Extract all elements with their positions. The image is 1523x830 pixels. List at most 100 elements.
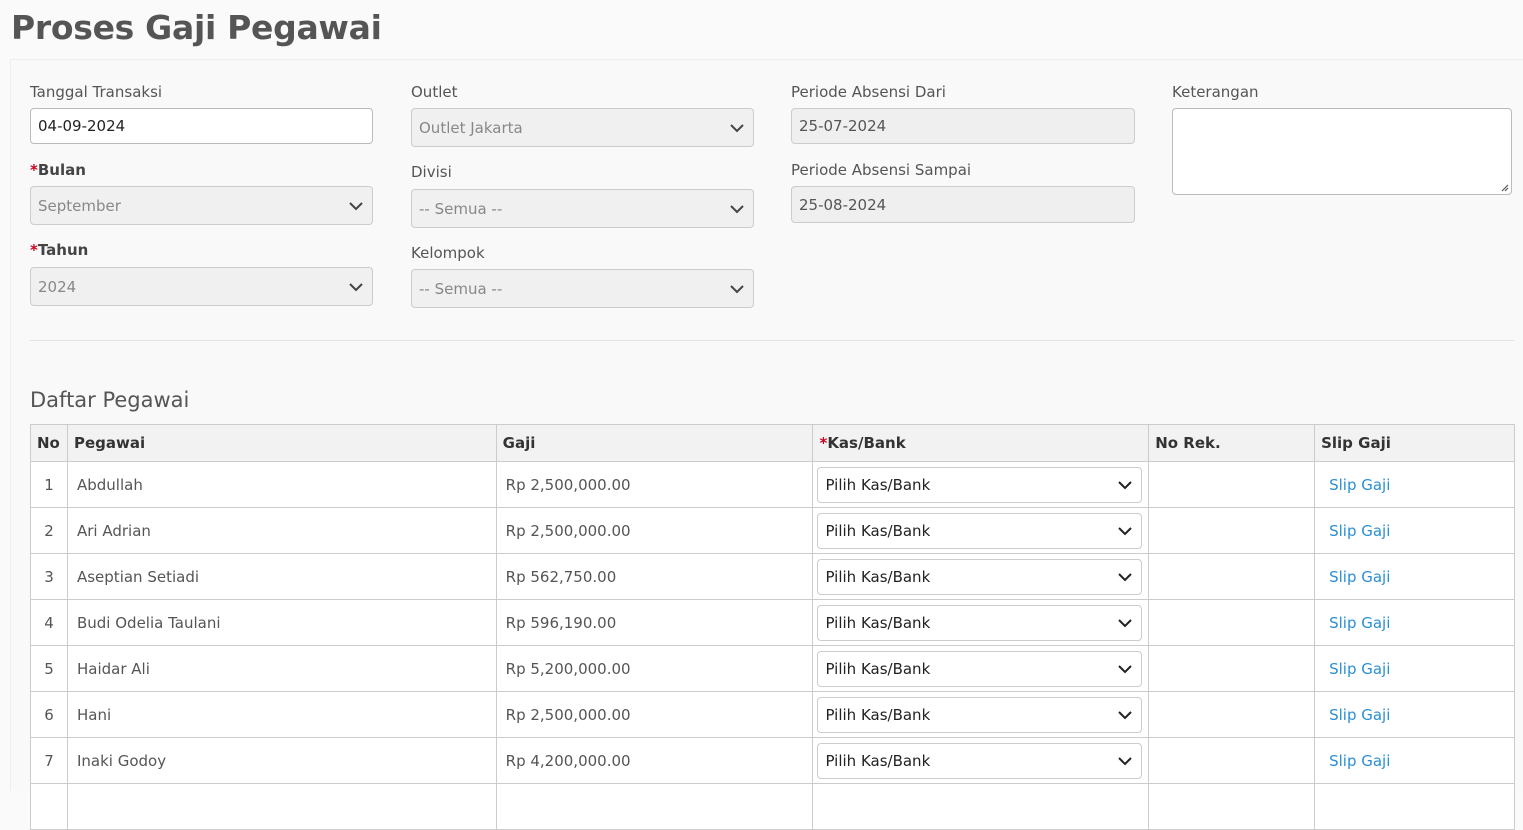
- row-pegawai: Budi Odelia Taulani: [66, 599, 497, 646]
- row-slip: Slip Gaji: [1314, 599, 1515, 646]
- row-norek: [1148, 737, 1316, 784]
- row-no: 6: [30, 691, 68, 738]
- row-pegawai: Aseptian Setiadi: [66, 553, 497, 600]
- required-star: *: [30, 161, 38, 179]
- table-row: 1 Abdullah Rp 2,500,000.00 Pilih Kas/Bank Sl…: [30, 461, 1515, 508]
- bulan-label: *Bulan: [30, 161, 86, 179]
- keterangan-label: Keterangan: [1172, 83, 1259, 101]
- row-kasbank: Pilih Kas/Bank: [812, 507, 1150, 554]
- divisi-value: -- Semua --: [419, 199, 503, 218]
- row-pegawai: Inaki Godoy: [66, 737, 497, 784]
- section-divider: [30, 340, 1514, 341]
- periode-dari-label: Periode Absensi Dari: [791, 83, 946, 101]
- outlet-label: Outlet: [411, 83, 458, 101]
- row-pegawai: Hani: [66, 691, 497, 738]
- row-pegawai: Haidar Ali: [66, 645, 497, 692]
- divisi-label: Divisi: [411, 163, 452, 181]
- outlet-select[interactable]: Outlet Jakarta: [411, 108, 754, 147]
- col-header-kasbank: *Kas/Bank: [812, 424, 1150, 462]
- tahun-select[interactable]: 2024: [30, 267, 373, 306]
- chevron-down-icon: [349, 201, 363, 210]
- row-kasbank: Pilih Kas/Bank: [812, 553, 1150, 600]
- periode-sampai-value: 25-08-2024: [799, 195, 887, 214]
- row-no: 5: [30, 645, 68, 692]
- slip-gaji-link[interactable]: Slip Gaji: [1329, 522, 1390, 540]
- tanggal-input[interactable]: 04-09-2024: [30, 108, 373, 144]
- slip-gaji-link[interactable]: Slip Gaji: [1329, 752, 1390, 770]
- bulan-select[interactable]: September: [30, 186, 373, 225]
- row-kasbank: Pilih Kas/Bank: [812, 737, 1150, 784]
- row-pegawai: Abdullah: [66, 461, 497, 508]
- section-title: Daftar Pegawai: [30, 388, 190, 412]
- resize-handle-icon[interactable]: [1499, 182, 1509, 192]
- kasbank-select[interactable]: Pilih Kas/Bank: [817, 650, 1143, 687]
- kasbank-select[interactable]: Pilih Kas/Bank: [817, 742, 1143, 779]
- chevron-down-icon: [730, 123, 744, 132]
- row-slip: Slip Gaji: [1314, 461, 1515, 508]
- slip-gaji-link[interactable]: Slip Gaji: [1329, 614, 1390, 632]
- kelompok-select[interactable]: -- Semua --: [411, 269, 754, 308]
- kelompok-label: Kelompok: [411, 244, 485, 262]
- chevron-down-icon: [1118, 572, 1132, 581]
- row-no: 7: [30, 737, 68, 784]
- periode-dari-value: 25-07-2024: [799, 117, 887, 135]
- chevron-down-icon: [1118, 480, 1132, 489]
- row-no: [30, 783, 68, 830]
- row-gaji: Rp 2,500,000.00: [495, 461, 814, 508]
- row-norek: [1148, 461, 1316, 508]
- row-gaji: Rp 5,200,000.00: [495, 645, 814, 692]
- slip-gaji-link[interactable]: Slip Gaji: [1329, 706, 1390, 724]
- col-header-norek: No Rek.: [1148, 424, 1316, 462]
- slip-gaji-link[interactable]: Slip Gaji: [1329, 476, 1390, 494]
- row-gaji: Rp 562,750.00: [495, 553, 814, 600]
- chevron-down-icon: [1118, 618, 1132, 627]
- kasbank-select[interactable]: Pilih Kas/Bank: [817, 604, 1143, 641]
- table-row: 7 Inaki Godoy Rp 4,200,000.00 Pilih Kas/Ban…: [30, 737, 1515, 784]
- table-header-row: No Pegawai Gaji *Kas/Bank No Rek. Slip G…: [30, 424, 1515, 462]
- col-header-no: No: [30, 424, 68, 462]
- kasbank-select[interactable]: Pilih Kas/Bank: [817, 466, 1143, 503]
- periode-sampai-label: Periode Absensi Sampai: [791, 161, 972, 179]
- row-gaji: [495, 783, 814, 830]
- tahun-value: 2024: [38, 277, 77, 296]
- col-header-slip: Slip Gaji: [1314, 424, 1515, 462]
- table-row: 6 Hani Rp 2,500,000.00 Pilih Kas/Bank Slip G…: [30, 691, 1515, 738]
- col-header-pegawai: Pegawai: [66, 424, 497, 462]
- row-gaji: Rp 596,190.00: [495, 599, 814, 646]
- chevron-down-icon: [730, 204, 744, 213]
- row-norek: [1148, 691, 1316, 738]
- row-no: 2: [30, 507, 68, 554]
- kasbank-select[interactable]: Pilih Kas/Bank: [817, 512, 1143, 549]
- row-norek: [1148, 783, 1316, 830]
- row-slip: Slip Gaji: [1314, 691, 1515, 738]
- slip-gaji-link[interactable]: Slip Gaji: [1329, 660, 1390, 678]
- periode-sampai-input[interactable]: 25-08-2024: [791, 186, 1135, 223]
- tahun-label: *Tahun: [30, 241, 89, 259]
- table-row: [30, 783, 1515, 830]
- chevron-down-icon: [349, 282, 363, 291]
- row-norek: [1148, 599, 1316, 646]
- chevron-down-icon: [1118, 526, 1132, 535]
- kasbank-select[interactable]: Pilih Kas/Bank: [817, 696, 1143, 733]
- row-slip: Slip Gaji: [1314, 553, 1515, 600]
- table-row: 4 Budi Odelia Taulani Rp 596,190.00 Pilih K…: [30, 599, 1515, 646]
- row-kasbank: Pilih Kas/Bank: [812, 599, 1150, 646]
- table-row: 5 Haidar Ali Rp 5,200,000.00 Pilih Kas/Bank…: [30, 645, 1515, 692]
- kasbank-select[interactable]: Pilih Kas/Bank: [817, 558, 1143, 595]
- row-gaji: Rp 4,200,000.00: [495, 737, 814, 784]
- row-slip: [1314, 783, 1515, 830]
- row-kasbank: Pilih Kas/Bank: [812, 461, 1150, 508]
- row-no: 4: [30, 599, 68, 646]
- row-pegawai: [66, 783, 497, 830]
- keterangan-textarea[interactable]: [1172, 108, 1512, 195]
- slip-gaji-link[interactable]: Slip Gaji: [1329, 568, 1390, 586]
- table-row: 2 Ari Adrian Rp 2,500,000.00 Pilih Kas/Bank…: [30, 507, 1515, 554]
- row-no: 1: [30, 461, 68, 508]
- periode-dari-input[interactable]: 25-07-2024: [791, 108, 1135, 144]
- row-norek: [1148, 645, 1316, 692]
- row-slip: Slip Gaji: [1314, 737, 1515, 784]
- row-kasbank: [812, 783, 1150, 830]
- divisi-select[interactable]: -- Semua --: [411, 189, 754, 228]
- chevron-down-icon: [730, 284, 744, 293]
- chevron-down-icon: [1118, 710, 1132, 719]
